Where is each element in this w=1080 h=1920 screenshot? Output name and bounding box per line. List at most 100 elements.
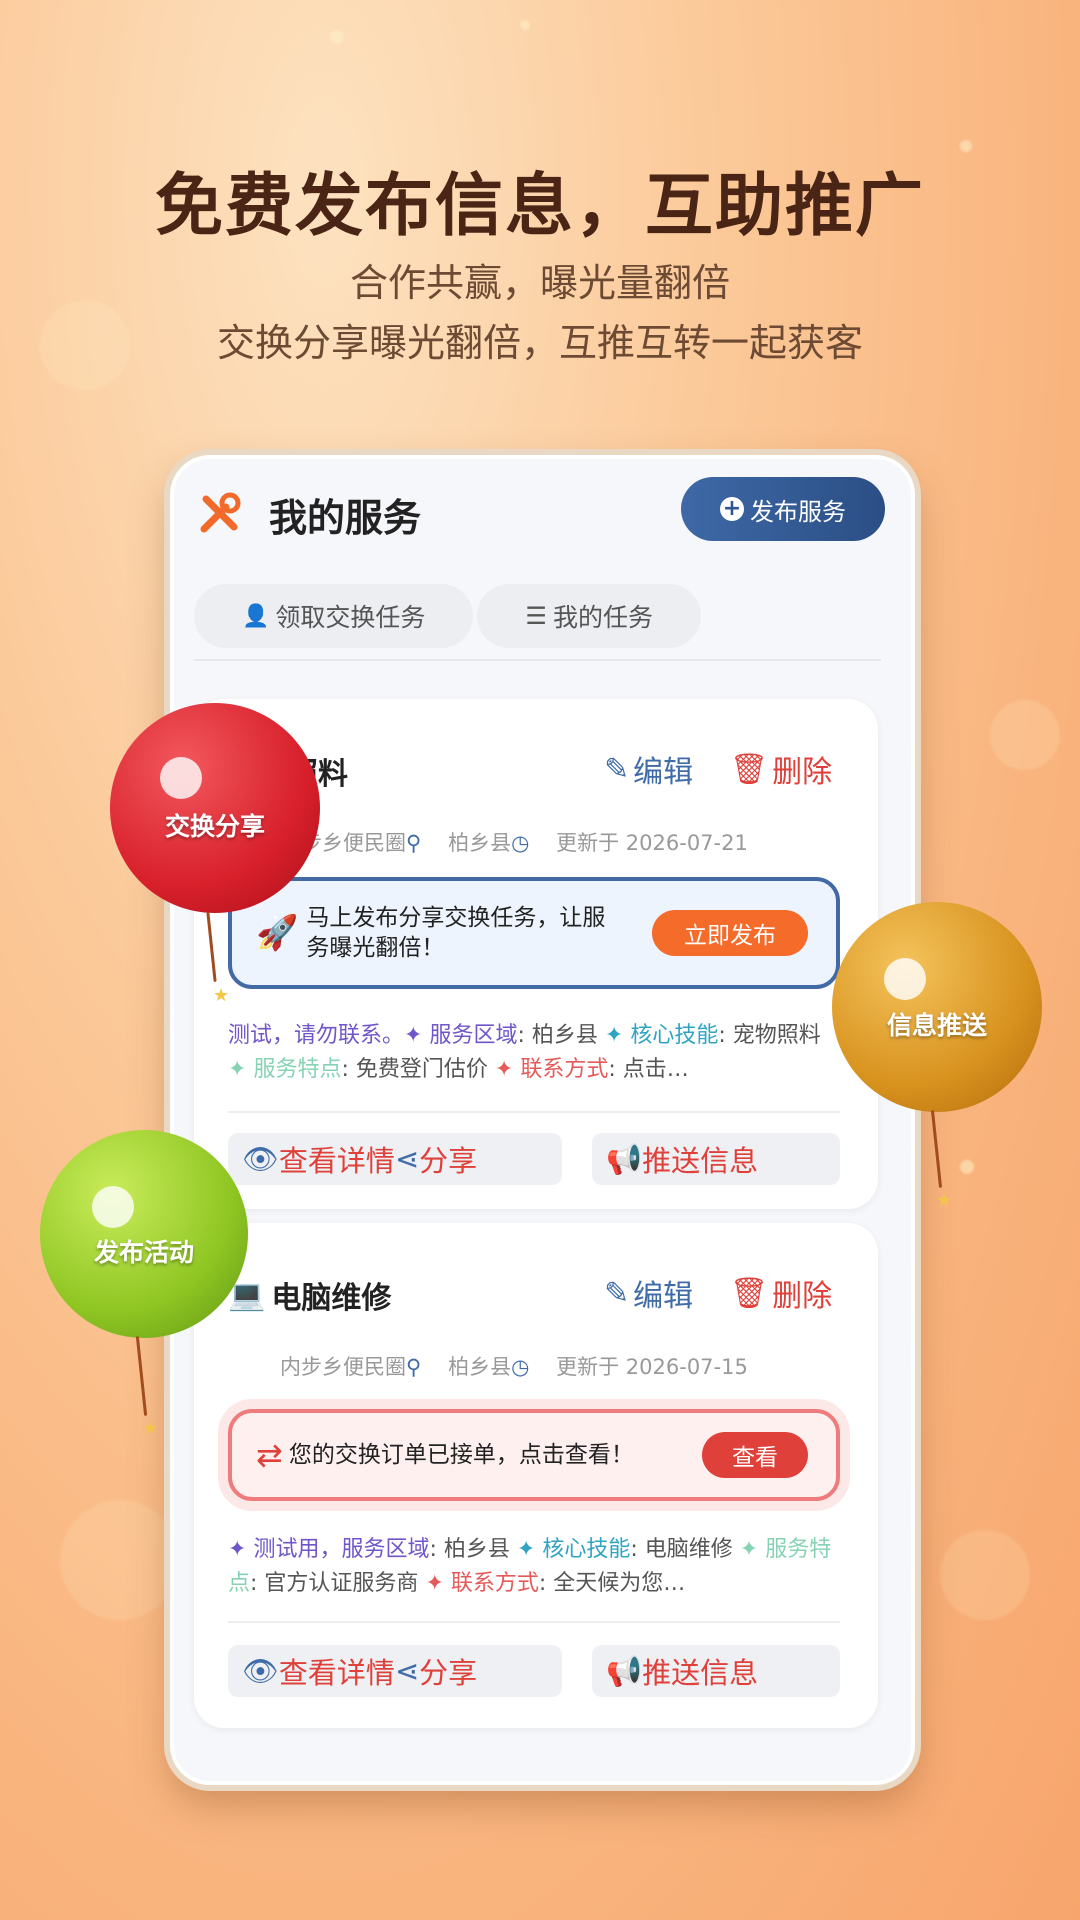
- clock-icon: ◷: [511, 1355, 530, 1379]
- trash-icon: 🗑: [730, 1275, 769, 1311]
- eye-icon: 👁: [242, 1653, 279, 1688]
- banner-text-line1: 马上发布分享交换任务，让服: [306, 905, 606, 931]
- order-accepted-banner[interactable]: ⇄ 您的交换订单已接单，点击查看！ 查看: [228, 1409, 840, 1501]
- edit-icon: ✎: [604, 1275, 630, 1311]
- edit-button[interactable]: ✎ 编辑: [604, 1271, 693, 1315]
- edit-icon: ✎: [604, 751, 630, 787]
- publish-service-label: 发布服务: [750, 497, 846, 526]
- region-name: 柏乡县: [448, 831, 512, 855]
- sparkle-icon: ✦: [604, 1023, 624, 1048]
- feature-label: 服务特点: [253, 1057, 342, 1082]
- divider: [228, 1111, 840, 1113]
- sparkle-icon: ✦: [516, 1537, 536, 1562]
- hero-subtitle-1: 合作共赢，曝光量翻倍: [349, 261, 730, 305]
- user-hand-icon: 👤: [242, 603, 270, 629]
- feature-value: 官方认证服务商: [264, 1571, 419, 1596]
- area-label: 服务区域: [341, 1537, 430, 1562]
- sparkle-icon: ✦: [494, 1057, 514, 1082]
- balloon-string: [135, 1336, 148, 1416]
- balloon-string: [930, 1110, 943, 1188]
- megaphone-icon: 📢: [606, 1653, 643, 1688]
- skill-label: 核心技能: [542, 1537, 631, 1562]
- tab-my-tasks[interactable]: ☰ 我的任务: [477, 584, 701, 648]
- bokeh-light: [520, 20, 530, 30]
- shine-highlight: [160, 757, 202, 799]
- updated-date: 更新于 2026-07-21: [556, 831, 748, 855]
- card-meta: 内步乡便民圈⚲ 柏乡县◷ 更新于 2026-07-15: [280, 1351, 748, 1381]
- edit-label: 编辑: [633, 755, 694, 790]
- view-details-button[interactable]: 查看详情: [279, 1650, 395, 1692]
- skill-value: 电脑维修: [644, 1537, 733, 1562]
- star-charm-icon: ★: [936, 1190, 953, 1211]
- area-value: 柏乡县: [531, 1023, 598, 1048]
- task-tabs: 👤 领取交换任务 ☰ 我的任务: [194, 584, 701, 648]
- push-info-button[interactable]: 📢 推送信息: [592, 1645, 840, 1697]
- region-name: 柏乡县: [448, 1355, 512, 1379]
- delete-label: 删除: [772, 1279, 833, 1314]
- service-description: ✦ 测试用，服务区域: 柏乡县 ✦ 核心技能: 电脑维修 ✦ 服务特点: 官方认…: [228, 1537, 832, 1596]
- publish-now-button[interactable]: 立即发布: [652, 910, 808, 956]
- sparkle-icon: ✦: [404, 1023, 423, 1048]
- view-details-button[interactable]: 查看详情: [279, 1138, 395, 1180]
- megaphone-icon: 📢: [606, 1141, 643, 1176]
- bokeh-light: [990, 700, 1060, 770]
- service-title-row: 💻 电脑维修: [228, 1273, 391, 1317]
- sparkle-icon: ✦: [425, 1571, 444, 1596]
- balloon-info-push: 信息推送: [832, 902, 1042, 1112]
- bokeh-light: [940, 1530, 1030, 1620]
- shine-highlight: [92, 1186, 134, 1228]
- location-pin-icon: ⚲: [406, 831, 422, 855]
- delete-label: 删除: [772, 755, 833, 790]
- tab-label: 领取交换任务: [275, 603, 426, 632]
- card-meta: 内步乡便民圈⚲ 柏乡县◷ 更新于 2026-07-21: [280, 827, 748, 857]
- balloon-label: 信息推送: [886, 1011, 987, 1040]
- clock-icon: ◷: [511, 831, 530, 855]
- push-info-button[interactable]: 📢 推送信息: [592, 1133, 840, 1185]
- balloon-label: 交换分享: [164, 812, 265, 841]
- share-icon: ⋖: [394, 1654, 420, 1688]
- service-title: 电脑维修: [271, 1281, 392, 1316]
- contact-value: 点击…: [622, 1057, 689, 1082]
- publish-service-button[interactable]: + 发布服务: [681, 477, 885, 541]
- contact-label: 联系方式: [520, 1057, 609, 1082]
- updated-date: 更新于 2026-07-15: [556, 1355, 748, 1379]
- balloon-exchange-share: 交换分享: [110, 703, 320, 913]
- bokeh-light: [960, 1160, 974, 1174]
- share-button[interactable]: 分享: [419, 1138, 477, 1180]
- skill-value: 宠物照料: [732, 1023, 821, 1048]
- app-header: 我的服务 + 发布服务: [174, 459, 911, 569]
- balloon-publish-event: 发布活动: [40, 1130, 248, 1338]
- star-charm-icon: ★: [142, 1418, 159, 1439]
- view-share-bar: 👁 查看详情 ⋖ 分享: [228, 1133, 562, 1185]
- delete-button[interactable]: 🗑 删除: [730, 1271, 832, 1315]
- publish-task-banner[interactable]: 🚀 马上发布分享交换任务，让服 务曝光翻倍！ 立即发布: [228, 877, 840, 989]
- contact-label: 联系方式: [450, 1571, 539, 1596]
- desc-prefix: 测试，请勿联系。: [228, 1023, 405, 1048]
- balloon-label: 发布活动: [93, 1238, 194, 1267]
- sparkle-icon: ✦: [739, 1537, 759, 1562]
- shine-highlight: [884, 958, 926, 1000]
- location-pin-icon: ⚲: [406, 1355, 422, 1379]
- banner-text-line1: 您的交换订单已接单，点击查看！: [288, 1442, 634, 1468]
- feature-value: 免费登门估价: [355, 1057, 488, 1082]
- trash-icon: 🗑: [730, 751, 769, 787]
- bokeh-light: [60, 1500, 180, 1620]
- bokeh-light: [330, 30, 344, 44]
- star-charm-icon: ★: [213, 985, 230, 1006]
- tab-claim-exchange-task[interactable]: 👤 领取交换任务: [194, 584, 474, 648]
- edit-button[interactable]: ✎ 编辑: [604, 747, 693, 791]
- share-button[interactable]: 分享: [419, 1650, 477, 1692]
- delete-button[interactable]: 🗑 删除: [730, 747, 832, 791]
- area-value: 柏乡县: [443, 1537, 510, 1562]
- contact-value: 全天候为您…: [553, 1571, 686, 1596]
- edit-label: 编辑: [633, 1279, 694, 1314]
- tools-icon: [200, 492, 241, 533]
- eye-icon: 👁: [242, 1141, 279, 1176]
- hero-subtitle-2: 交换分享曝光翻倍，互推互转一起获客: [216, 321, 863, 365]
- hero-title: 免费发布信息，互助推广: [154, 167, 925, 246]
- phone-mockup: 我的服务 + 发布服务 👤 领取交换任务 ☰ 我的任务 宠物照料 ✎编辑 🗑删除…: [170, 455, 915, 1785]
- sparkle-icon: ✦: [228, 1057, 247, 1082]
- share-icon: ⋖: [394, 1142, 420, 1176]
- view-order-button[interactable]: 查看: [702, 1432, 808, 1478]
- list-icon: ☰: [525, 602, 547, 630]
